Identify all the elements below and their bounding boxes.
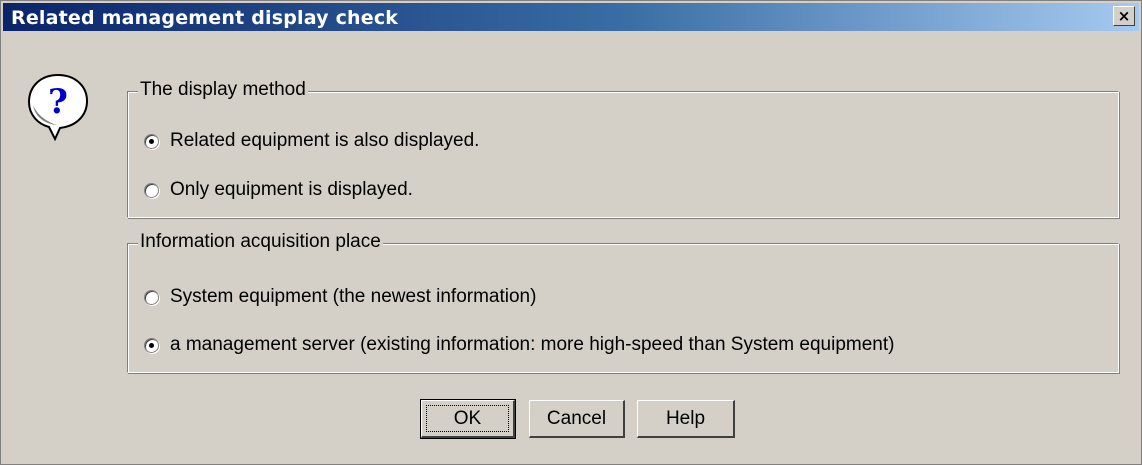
radio-related-equipment[interactable]: Related equipment is also displayed. (144, 129, 479, 153)
radio-button[interactable] (144, 289, 159, 305)
radio-system-equipment[interactable]: System equipment (the newest information… (144, 285, 536, 309)
help-button[interactable]: Help (637, 400, 735, 438)
cancel-label: Cancel (546, 407, 607, 429)
radio-only-equipment[interactable]: Only equipment is displayed. (144, 178, 413, 202)
radio-label: Only equipment is displayed. (170, 179, 413, 200)
close-icon: × (1117, 6, 1131, 25)
ok-button[interactable]: OK (420, 399, 516, 439)
radio-button-checked[interactable] (144, 337, 159, 353)
help-label: Help (665, 407, 706, 429)
acquisition-place-legend: Information acquisition place (138, 231, 383, 253)
title-bar[interactable]: Related management display check × (3, 3, 1139, 31)
close-button[interactable]: × (1113, 6, 1135, 26)
question-icon: ? (27, 73, 89, 141)
display-method-group: The display method Related equipment is … (127, 79, 1119, 218)
dialog-window: Related management display check × ? The… (0, 0, 1142, 465)
radio-label: Related equipment is also displayed. (170, 130, 480, 151)
display-method-legend: The display method (138, 79, 308, 101)
focus-ring (426, 405, 509, 432)
radio-button[interactable] (144, 182, 159, 198)
dialog-title: Related management display check (11, 7, 399, 29)
radio-management-server[interactable]: a management server (existing informatio… (144, 333, 894, 357)
svg-text:?: ? (48, 82, 68, 122)
cancel-button[interactable]: Cancel (529, 400, 625, 438)
radio-label: System equipment (the newest information… (170, 286, 537, 307)
acquisition-place-group: Information acquisition place System equ… (127, 231, 1119, 373)
radio-label: a management server (existing informatio… (170, 334, 895, 355)
radio-button-checked[interactable] (144, 133, 159, 149)
